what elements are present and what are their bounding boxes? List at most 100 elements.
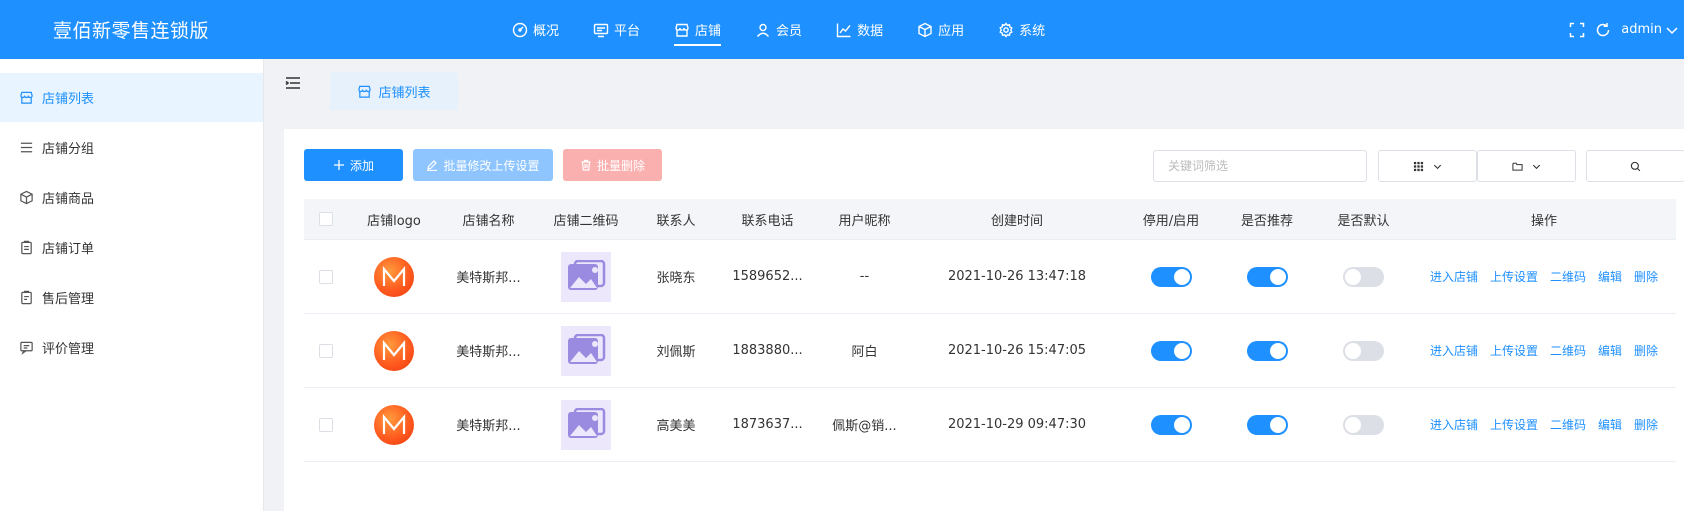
enable-switch[interactable] xyxy=(1150,266,1192,287)
add-button[interactable]: 添加 xyxy=(304,149,403,181)
nav-label: 店铺 xyxy=(695,24,722,39)
qrcode-link[interactable]: 二维码 xyxy=(1550,268,1586,285)
edit-icon xyxy=(427,160,438,171)
nav-item-data[interactable]: 数据 xyxy=(836,0,883,59)
default-switch[interactable] xyxy=(1343,340,1384,361)
user-menu[interactable]: admin xyxy=(1621,22,1662,37)
chart-line-icon xyxy=(836,23,851,37)
recommend-switch[interactable] xyxy=(1246,414,1288,435)
export-select[interactable] xyxy=(1477,150,1576,182)
switch-knob xyxy=(1269,268,1286,285)
enable-switch[interactable] xyxy=(1150,340,1192,361)
delete-link[interactable]: 删除 xyxy=(1634,342,1658,359)
sidebar-item-aftersales[interactable]: 售后管理 xyxy=(0,273,263,322)
switch-knob xyxy=(1345,268,1361,285)
edit-link[interactable]: 编辑 xyxy=(1598,416,1622,433)
qrcode-image[interactable] xyxy=(561,325,611,376)
upload-settings-link[interactable]: 上传设置 xyxy=(1490,342,1538,359)
store-name: 美特斯邦... xyxy=(456,419,521,434)
qrcode-link[interactable]: 二维码 xyxy=(1550,416,1586,433)
nav-item-store[interactable]: 店铺 xyxy=(674,0,722,59)
batch-delete-button[interactable]: 批量删除 xyxy=(563,149,662,181)
nav-label: 会员 xyxy=(776,24,803,39)
search-icon xyxy=(1630,161,1641,171)
nav-label: 系统 xyxy=(1019,24,1046,39)
contact-phone: 1873637... xyxy=(732,417,803,432)
recommend-switch[interactable] xyxy=(1246,266,1288,287)
sidebar-item-store-goods[interactable]: 店铺商品 xyxy=(0,173,263,222)
contact-name: 张晓东 xyxy=(656,271,696,286)
toolbar: 添加 批量修改上传设置 批量删除 xyxy=(304,149,1684,182)
enable-switch[interactable] xyxy=(1150,414,1192,435)
menu-collapse-icon[interactable] xyxy=(285,75,301,91)
nav-item-apps[interactable]: 应用 xyxy=(917,0,964,59)
tab-store-list[interactable]: 店铺列表 xyxy=(330,72,458,110)
sidebar-item-store-list[interactable]: 店铺列表 xyxy=(0,73,263,122)
column-toggle-select[interactable] xyxy=(1378,150,1477,182)
default-switch[interactable] xyxy=(1343,266,1384,287)
brand-m-icon xyxy=(382,265,406,286)
edit-link[interactable]: 编辑 xyxy=(1598,342,1622,359)
upload-settings-link[interactable]: 上传设置 xyxy=(1490,416,1538,433)
sidebar-item-label: 店铺列表 xyxy=(42,92,95,107)
row-checkbox[interactable] xyxy=(319,269,333,284)
nav-item-overview[interactable]: 概况 xyxy=(512,0,559,59)
default-switch[interactable] xyxy=(1343,414,1384,435)
sidebar: 店铺列表 店铺分组 店铺商品 店铺订单 售后管理 评价管理 xyxy=(0,59,264,511)
cube-icon xyxy=(918,22,932,37)
brand-m-icon xyxy=(382,413,406,434)
contact-name: 刘佩斯 xyxy=(656,345,696,360)
recommend-switch[interactable] xyxy=(1246,340,1288,361)
store-name: 美特斯邦... xyxy=(456,271,521,286)
select-all-checkbox[interactable] xyxy=(319,212,333,226)
switch-knob xyxy=(1345,416,1361,433)
enter-store-link[interactable]: 进入店铺 xyxy=(1430,416,1478,433)
nav-item-member[interactable]: 会员 xyxy=(755,0,802,59)
table-row: 美特斯邦... 张晓东 1589652... -- 2021-10-26 13:… xyxy=(304,240,1676,314)
sidebar-item-store-group[interactable]: 店铺分组 xyxy=(0,123,263,172)
sidebar-item-label: 售后管理 xyxy=(42,292,95,307)
qrcode-image[interactable] xyxy=(561,399,611,450)
tab-bar: 店铺列表 xyxy=(265,59,1684,110)
batch-upload-settings-button[interactable]: 批量修改上传设置 xyxy=(413,149,553,181)
table-header: 店铺logo 店铺名称 店铺二维码 联系人 联系电话 用户昵称 创建时间 停用/… xyxy=(304,199,1676,240)
store-logo-cell xyxy=(348,404,440,445)
grid-icon xyxy=(1413,161,1423,171)
nav-item-platform[interactable]: 平台 xyxy=(593,0,640,59)
sidebar-item-reviews[interactable]: 评价管理 xyxy=(0,323,263,372)
delete-link[interactable]: 删除 xyxy=(1634,416,1658,433)
row-actions: 进入店铺 上传设置 二维码 编辑 删除 xyxy=(1412,416,1676,433)
edit-link[interactable]: 编辑 xyxy=(1598,268,1622,285)
nav-label: 概况 xyxy=(533,24,560,39)
sidebar-item-store-orders[interactable]: 店铺订单 xyxy=(0,223,263,272)
row-actions: 进入店铺 上传设置 二维码 编辑 删除 xyxy=(1412,342,1676,359)
nav-label: 应用 xyxy=(938,24,965,39)
store-qrcode-cell xyxy=(537,399,635,450)
folder-icon xyxy=(1511,162,1523,171)
chevron-down-icon[interactable] xyxy=(1664,22,1680,38)
nav-label: 数据 xyxy=(857,24,884,39)
upload-settings-link[interactable]: 上传设置 xyxy=(1490,268,1538,285)
fullscreen-icon[interactable] xyxy=(1569,22,1585,38)
store-logo xyxy=(374,256,414,297)
created-time: 2021-10-26 13:47:18 xyxy=(947,269,1087,284)
store-logo-cell xyxy=(348,330,440,371)
row-checkbox[interactable] xyxy=(319,343,333,358)
enter-store-link[interactable]: 进入店铺 xyxy=(1430,268,1478,285)
search-button[interactable] xyxy=(1586,150,1684,182)
header-cell: 联系电话 xyxy=(741,213,794,229)
delete-link[interactable]: 删除 xyxy=(1634,268,1658,285)
refresh-icon[interactable] xyxy=(1595,22,1611,38)
select-all-cell xyxy=(304,212,348,226)
nav-item-system[interactable]: 系统 xyxy=(998,0,1045,59)
qrcode-link[interactable]: 二维码 xyxy=(1550,342,1586,359)
qrcode-image[interactable] xyxy=(561,251,611,302)
store-logo xyxy=(374,330,414,371)
header-cell: 店铺二维码 xyxy=(553,213,619,229)
row-checkbox[interactable] xyxy=(319,417,333,432)
app-title: 壹佰新零售连锁版 xyxy=(53,20,210,42)
enter-store-link[interactable]: 进入店铺 xyxy=(1430,342,1478,359)
contact-phone: 1589652... xyxy=(732,269,803,284)
keyword-search-input[interactable] xyxy=(1153,150,1367,182)
user-icon xyxy=(757,23,770,37)
